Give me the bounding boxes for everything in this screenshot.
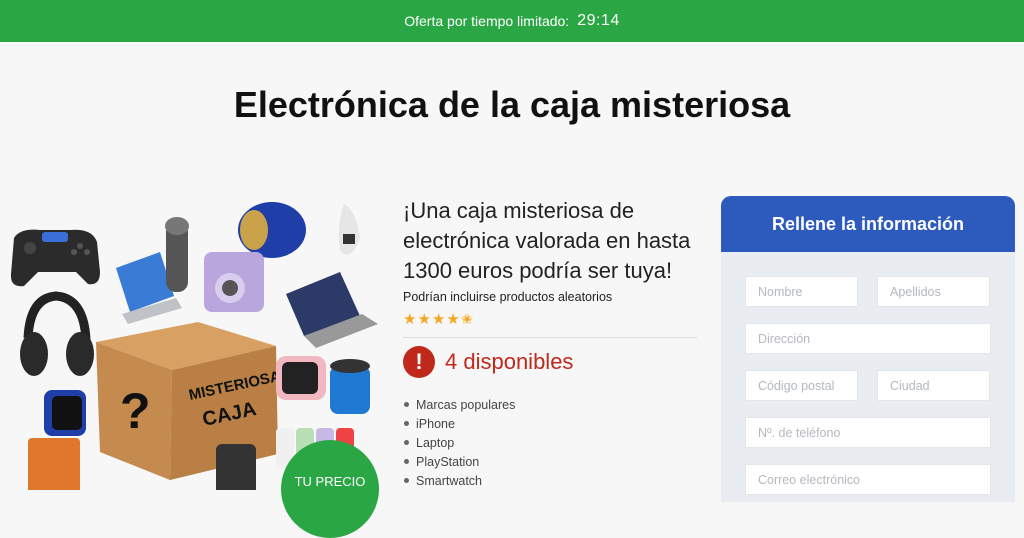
feature-list: Marcas populares iPhone Laptop PlayStati… bbox=[403, 395, 699, 490]
offer-timer-label: Oferta por tiempo limitado: bbox=[404, 13, 570, 29]
list-item: Laptop bbox=[403, 433, 699, 452]
list-item: Smartwatch bbox=[403, 471, 699, 490]
first-name-field[interactable] bbox=[745, 276, 858, 307]
form-title: Rellene la información bbox=[771, 213, 965, 234]
game-controller-icon bbox=[10, 229, 100, 287]
list-item: iPhone bbox=[403, 414, 699, 433]
page-title: Electrónica de la caja misteriosa bbox=[233, 84, 791, 125]
stock-count: 4 disponibles bbox=[445, 349, 574, 374]
price-badge-label: TU PRECIO bbox=[294, 474, 366, 489]
tablet-icon bbox=[28, 438, 80, 490]
earbuds-icon bbox=[338, 204, 360, 255]
offer-headline: ¡Una caja misteriosa de electrónica valo… bbox=[403, 198, 691, 283]
offer-subline: Podrían incluirse productos aleatorios bbox=[403, 290, 613, 304]
form-body bbox=[721, 252, 1015, 502]
countdown-timer: 29:14 bbox=[577, 12, 620, 29]
bluetooth-speaker-icon bbox=[330, 359, 370, 414]
rating-stars-icon: ★★★★✬ bbox=[403, 311, 475, 328]
alert-icon: ! bbox=[403, 346, 435, 378]
laptop-icon bbox=[286, 272, 378, 348]
postal-code-field[interactable] bbox=[745, 370, 858, 401]
divider bbox=[403, 337, 697, 338]
camera-icon bbox=[204, 252, 264, 312]
price-badge[interactable]: TU PRECIO bbox=[281, 440, 379, 538]
list-item: PlayStation bbox=[403, 452, 699, 471]
last-name-field[interactable] bbox=[877, 276, 990, 307]
smartwatch-icon bbox=[44, 390, 86, 436]
shaver-icon bbox=[165, 217, 189, 292]
smartwatch-icon bbox=[276, 356, 326, 400]
offer-timer-bar: Oferta por tiempo limitado: 29:14 bbox=[0, 0, 1024, 42]
stock-indicator: ! 4 disponibles bbox=[403, 346, 699, 378]
phone-field[interactable] bbox=[745, 417, 991, 448]
list-item: Marcas populares bbox=[403, 395, 699, 414]
info-form: Rellene la información bbox=[721, 196, 1015, 502]
speaker-icon bbox=[238, 202, 306, 258]
phone-icon bbox=[216, 444, 256, 490]
address-field[interactable] bbox=[745, 323, 991, 354]
offer-details: ¡Una caja misteriosa de electrónica valo… bbox=[403, 196, 699, 490]
box-question-mark: ? bbox=[120, 383, 151, 439]
city-field[interactable] bbox=[877, 370, 990, 401]
headphones-icon bbox=[20, 291, 94, 376]
email-field[interactable] bbox=[745, 464, 991, 495]
